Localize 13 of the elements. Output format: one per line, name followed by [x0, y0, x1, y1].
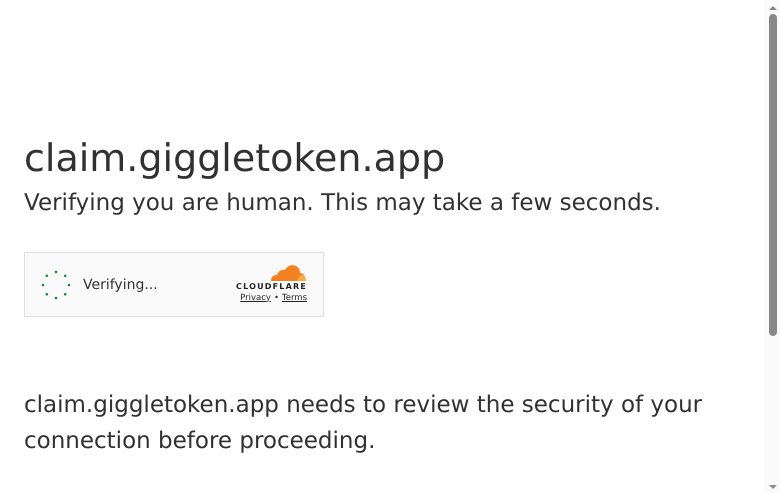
privacy-link[interactable]: Privacy [240, 292, 271, 304]
spinner-icon [40, 268, 72, 300]
scroll-down-icon[interactable] [768, 484, 778, 490]
brand-logo: CLOUDFLARE [236, 282, 307, 290]
security-message: claim.giggletoken.app needs to review the security of your connection before proceeding. [24, 391, 704, 456]
page-title: claim.giggletoken.app [24, 135, 446, 182]
subtitle: Verifying you are human. This may take a few seconds. [24, 189, 662, 218]
separator: • [274, 292, 279, 304]
scroll-thumb[interactable] [768, 14, 776, 336]
scrollbar[interactable] [765, 0, 780, 493]
status-text: Verifying... [83, 276, 159, 292]
scroll-up-icon[interactable] [768, 5, 778, 11]
terms-link[interactable]: Terms [282, 292, 307, 304]
